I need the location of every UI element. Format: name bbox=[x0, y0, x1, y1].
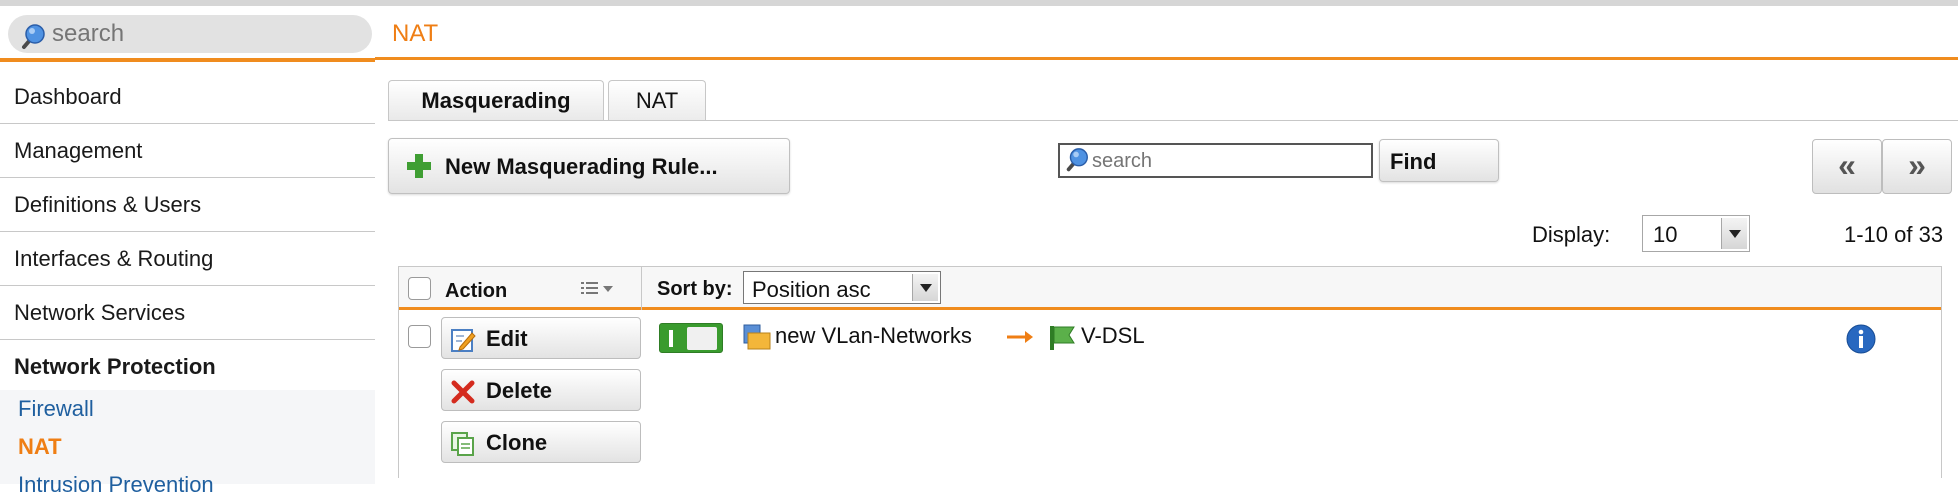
tab-masquerading[interactable]: Masquerading bbox=[388, 80, 604, 120]
sidebar-item-interfaces-routing[interactable]: Interfaces & Routing bbox=[0, 232, 375, 286]
sidebar: Dashboard Management Definitions & Users… bbox=[0, 6, 375, 497]
table-search-input[interactable] bbox=[1092, 149, 1362, 173]
info-icon[interactable] bbox=[1845, 323, 1877, 360]
sort-by-label: Sort by: bbox=[657, 278, 733, 300]
find-label: Find bbox=[1390, 149, 1437, 174]
sidebar-submenu: Firewall NAT Intrusion Prevention bbox=[0, 390, 375, 497]
next-page-button[interactable]: » bbox=[1882, 139, 1952, 194]
find-button[interactable]: Find bbox=[1379, 139, 1499, 182]
delete-label: Delete bbox=[486, 378, 553, 403]
header-divider bbox=[641, 267, 642, 310]
chevron-down-icon[interactable] bbox=[912, 274, 938, 301]
sidebar-item-network-protection[interactable]: Network Protection bbox=[0, 340, 375, 394]
interface-icon bbox=[1047, 323, 1077, 358]
new-masquerading-rule-button[interactable]: New Masquerading Rule... bbox=[388, 138, 790, 194]
table-search[interactable] bbox=[1058, 143, 1373, 178]
sidebar-subitem-firewall[interactable]: Firewall bbox=[18, 396, 94, 422]
display-select[interactable]: 10 bbox=[1642, 215, 1750, 252]
header-divider bbox=[375, 57, 1958, 60]
toggle-knob bbox=[687, 327, 717, 350]
sort-value: Position asc bbox=[752, 277, 871, 302]
rules-table: Action Sort by: Position asc Edit Delete… bbox=[398, 266, 1942, 478]
search-icon bbox=[18, 23, 48, 58]
prev-page-button[interactable]: « bbox=[1812, 139, 1882, 194]
edit-label: Edit bbox=[486, 326, 528, 351]
sidebar-item-network-services[interactable]: Network Services bbox=[0, 286, 375, 340]
search-icon bbox=[1063, 147, 1091, 180]
clone-button[interactable]: Clone bbox=[441, 421, 641, 463]
sidebar-divider bbox=[0, 58, 375, 62]
display-label: Display: bbox=[1532, 222, 1611, 247]
sidebar-item-definitions-users[interactable]: Definitions & Users bbox=[0, 178, 375, 232]
sidebar-subitem-nat[interactable]: NAT bbox=[18, 434, 62, 460]
rule-enable-toggle[interactable] bbox=[659, 323, 723, 353]
column-menu-icon[interactable] bbox=[579, 279, 619, 304]
sidebar-search[interactable] bbox=[8, 15, 372, 53]
chevron-down-icon[interactable] bbox=[1721, 218, 1747, 249]
delete-button[interactable]: Delete bbox=[441, 369, 641, 411]
sidebar-item-management[interactable]: Management bbox=[0, 124, 375, 178]
edit-icon bbox=[450, 327, 476, 359]
toggle-on-indicator bbox=[669, 330, 673, 347]
tab-nat[interactable]: NAT bbox=[608, 80, 706, 120]
rule-target[interactable]: V-DSL bbox=[1081, 323, 1145, 349]
sort-select[interactable]: Position asc bbox=[743, 271, 941, 304]
arrow-right-icon bbox=[1005, 325, 1035, 354]
clone-icon bbox=[450, 431, 476, 463]
table-header: Action Sort by: Position asc bbox=[399, 267, 1941, 310]
edit-button[interactable]: Edit bbox=[441, 317, 641, 359]
result-count: 1-10 of 33 bbox=[1844, 222, 1944, 247]
display-value: 10 bbox=[1653, 222, 1678, 247]
sidebar-search-input[interactable] bbox=[52, 19, 352, 49]
rule-source[interactable]: new VLan-Networks bbox=[775, 323, 972, 349]
select-all-checkbox[interactable] bbox=[408, 277, 431, 300]
sidebar-subitem-intrusion-prevention[interactable]: Intrusion Prevention bbox=[18, 472, 214, 498]
delete-icon bbox=[450, 379, 476, 411]
plus-icon bbox=[405, 152, 433, 186]
new-rule-label: New Masquerading Rule... bbox=[445, 154, 718, 179]
clone-label: Clone bbox=[486, 430, 548, 455]
row-checkbox[interactable] bbox=[408, 325, 431, 348]
network-folder-icon bbox=[742, 323, 772, 358]
sidebar-item-dashboard[interactable]: Dashboard bbox=[0, 70, 375, 124]
tab-divider bbox=[388, 120, 1958, 121]
page-title: NAT bbox=[392, 20, 439, 47]
action-header: Action bbox=[445, 280, 508, 302]
